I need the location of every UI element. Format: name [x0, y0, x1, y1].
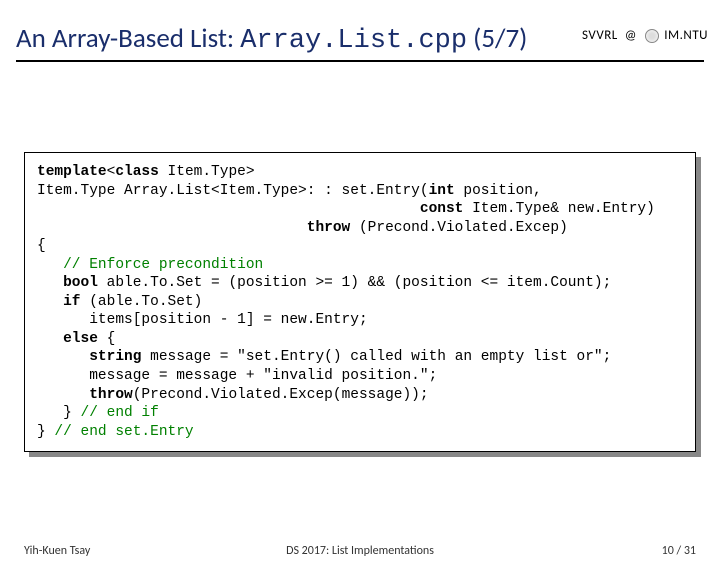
header-right: IM.NTU	[664, 28, 708, 43]
kw-throw: throw	[307, 220, 351, 236]
comment-endif: // end if	[81, 405, 159, 421]
header-at: @	[625, 28, 637, 43]
comment-endfn: // end set.Entry	[54, 424, 193, 440]
kw-template: template	[37, 164, 107, 180]
footer-page: 10 / 31	[662, 544, 696, 558]
kw-else: else	[63, 331, 98, 347]
kw-if: if	[63, 294, 80, 310]
footer-course: DS 2017: List Implementations	[0, 544, 720, 558]
comment: // Enforce precondition	[63, 257, 263, 273]
kw-const: const	[420, 201, 464, 217]
kw-throw2: throw	[89, 387, 133, 403]
kw-int: int	[429, 183, 455, 199]
header-line: SVVRL @ IM.NTU	[582, 28, 708, 43]
kw-class: class	[115, 164, 159, 180]
code-block: template<class Item.Type> Item.Type Arra…	[24, 152, 696, 452]
title-suffix: (5/7)	[467, 22, 527, 55]
title-filename: Array.List.cpp	[240, 26, 467, 56]
code-content: template<class Item.Type> Item.Type Arra…	[24, 152, 696, 452]
kw-bool: bool	[63, 275, 98, 291]
kw-string: string	[89, 349, 141, 365]
title-prefix: An Array-Based List:	[16, 22, 240, 55]
header-left: SVVRL	[582, 28, 618, 43]
logo-icon	[645, 29, 659, 43]
